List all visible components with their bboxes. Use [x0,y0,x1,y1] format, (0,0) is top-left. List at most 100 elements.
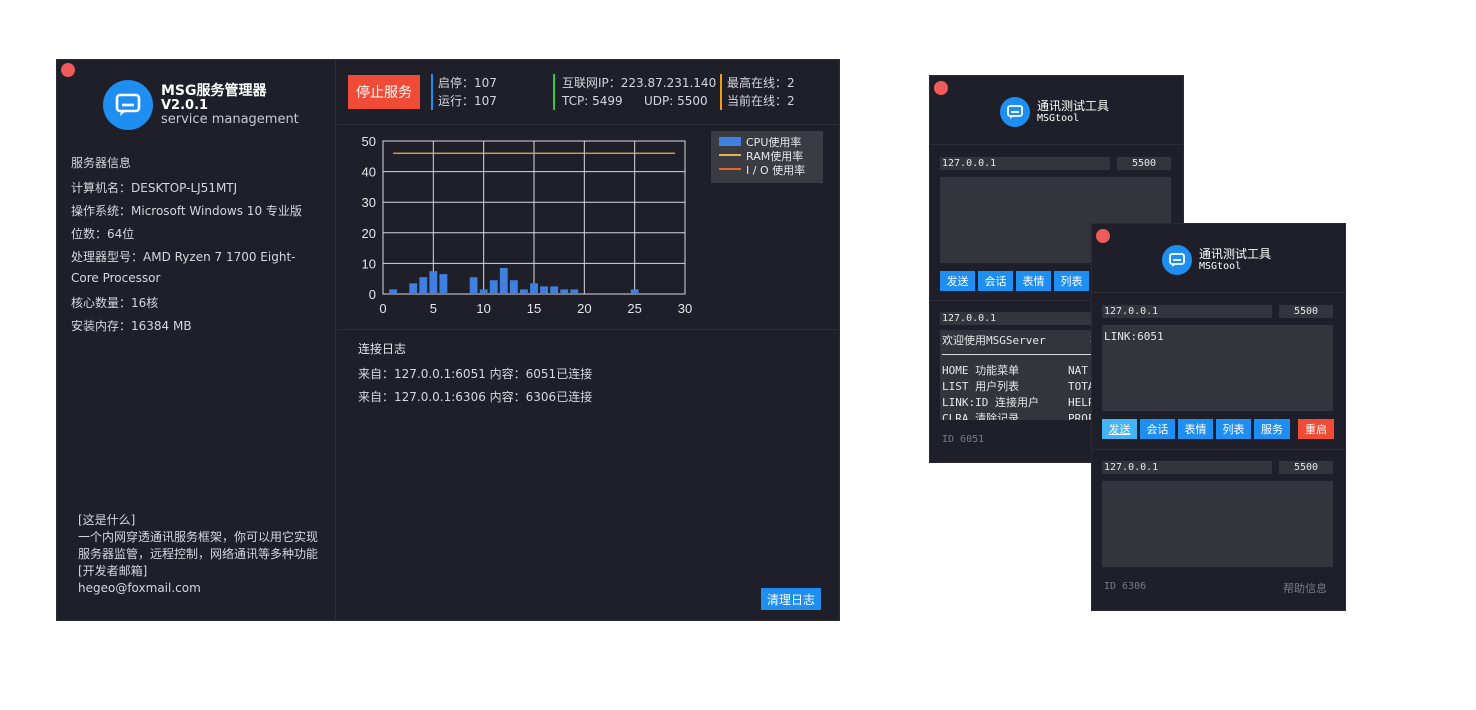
stat-public-ip: 互联网IP：223.87.231.140 [562,76,717,90]
x-tick-label: 5 [430,301,437,316]
menu-item: CLRA 清除记录 [942,412,1020,420]
help-link[interactable]: 帮助信息 [1283,580,1327,596]
stat-divider-green [553,74,555,110]
port-input-2[interactable]: 5500 [1279,461,1333,474]
session-button[interactable]: 会话 [978,271,1013,291]
divider [1092,449,1345,450]
tool-logo-icon [1162,245,1192,275]
cpu-bar [419,277,428,294]
footer-desc-1: 一个内网穿透通讯服务框架，你可以用它实现 [78,530,319,544]
legend-io-label: I / O 使用率 [746,164,806,177]
menu-item: NAT [1068,364,1088,377]
cpu-bar [550,286,559,294]
info-bits: 位数：64位 [71,227,135,241]
cpu-bar [570,289,579,294]
cpu-bar [540,286,548,294]
divider [337,329,839,330]
welcome-text: 欢迎使用MSGServer [942,334,1046,347]
emoji-button[interactable]: 表情 [1178,419,1213,439]
emoji-button[interactable]: 表情 [1016,271,1051,291]
footer-email: hegeo@foxmail.com [78,581,201,595]
info-memory: 安装内存：16384 MB [71,319,192,333]
list-button[interactable]: 列表 [1216,419,1251,439]
server-info-panel: MSG服务管理器 V2.0.1 service management 服务器信息… [57,60,336,620]
cpu-bar [499,267,508,294]
divider [930,144,1183,145]
ip-input[interactable]: 127.0.0.1 [1102,305,1272,318]
tool-window-2: 通讯测试工具 MSGtool 127.0.0.1 5500 LINK:6051 … [1091,223,1346,611]
footer-what-title: [这是什么] [78,513,136,527]
menu-item: LINK:ID 连接用户 [942,396,1039,409]
ip-input-2[interactable]: 127.0.0.1 [1102,461,1272,474]
log-title: 连接日志 [358,342,407,356]
restart-button[interactable]: 重启 [1298,419,1334,439]
y-tick-label: 50 [362,134,376,149]
tool-title: 通讯测试工具 [1037,99,1110,113]
service-button[interactable]: 服务 [1254,419,1290,439]
send-button[interactable]: 发送 [940,271,975,291]
y-tick-label: 20 [362,226,376,241]
stat-tcp: TCP: 5499 [562,94,623,108]
cpu-bar [479,289,488,294]
y-tick-label: 40 [362,165,376,180]
port-input[interactable]: 5500 [1279,305,1333,318]
app-subtitle: service management [161,112,299,127]
client-id: ID 6306 [1104,581,1147,592]
stat-divider-orange [720,74,722,110]
x-tick-label: 15 [527,301,541,316]
legend-cpu-swatch [719,137,741,146]
x-tick-label: 10 [476,301,490,316]
cpu-bar [469,277,478,294]
tool-logo-icon [1000,97,1030,127]
app-logo-icon [103,80,153,130]
ip-input[interactable]: 127.0.0.1 [940,157,1110,170]
server-info-title: 服务器信息 [71,156,132,170]
cpu-bar [530,283,538,294]
cpu-bar [509,280,518,294]
cpu-bar [429,271,438,294]
info-computer-name: 计算机名：DESKTOP-LJ51MTJ [71,181,238,195]
separator-line [942,354,1092,355]
session-button[interactable]: 会话 [1140,419,1175,439]
tool-subtitle: MSGtool [1037,113,1080,124]
cpu-bar [630,289,639,294]
response-area [1102,481,1333,567]
info-cores: 核心数量：16核 [71,296,159,310]
cpu-bar [520,289,528,294]
close-icon[interactable] [1096,229,1110,243]
send-button[interactable]: 发送 [1102,419,1137,439]
tool-subtitle: MSGtool [1199,261,1242,272]
cpu-bar [409,283,418,294]
list-button[interactable]: 列表 [1054,271,1089,291]
stat-running: 运行：107 [438,94,497,108]
close-icon[interactable] [934,81,948,95]
stat-max-online: 最高在线：2 [727,76,795,90]
client-id: ID 6051 [942,434,985,445]
app-name: MSG服务管理器 [161,83,267,99]
info-cpu-cont: Core Processor [71,271,161,285]
ip-input-2[interactable]: 127.0.0.1 [940,312,1110,325]
y-tick-label: 30 [362,195,376,210]
log-line: 来自：127.0.0.1:6306 内容：6306已连接 [358,390,593,404]
info-os: 操作系统：Microsoft Windows 10 专业版 [71,204,302,218]
menu-item: HOME 功能菜单 [942,364,1020,377]
info-cpu: 处理器型号：AMD Ryzen 7 1700 Eight- [71,250,296,264]
cpu-bar [439,274,448,294]
divider [1092,292,1345,293]
clear-log-button[interactable]: 清理日志 [761,588,821,610]
cpu-bar [489,280,498,294]
legend-ram-swatch [719,154,741,156]
message-textarea[interactable]: LINK:6051 [1102,325,1333,411]
app-version: V2.0.1 [161,98,209,113]
footer-email-title: [开发者邮箱] [78,564,148,578]
x-tick-label: 25 [627,301,641,316]
port-input[interactable]: 5500 [1117,157,1171,170]
stat-current-online: 当前在线：2 [727,94,795,108]
menu-item: LIST 用户列表 [942,380,1020,393]
cpu-bar [560,289,569,294]
chart-legend: CPU使用率 RAM使用率 I / O 使用率 [711,131,823,183]
stop-service-button[interactable]: 停止服务 [348,75,420,109]
x-tick-label: 30 [678,301,692,316]
x-tick-label: 20 [577,301,591,316]
y-tick-label: 10 [362,256,376,271]
